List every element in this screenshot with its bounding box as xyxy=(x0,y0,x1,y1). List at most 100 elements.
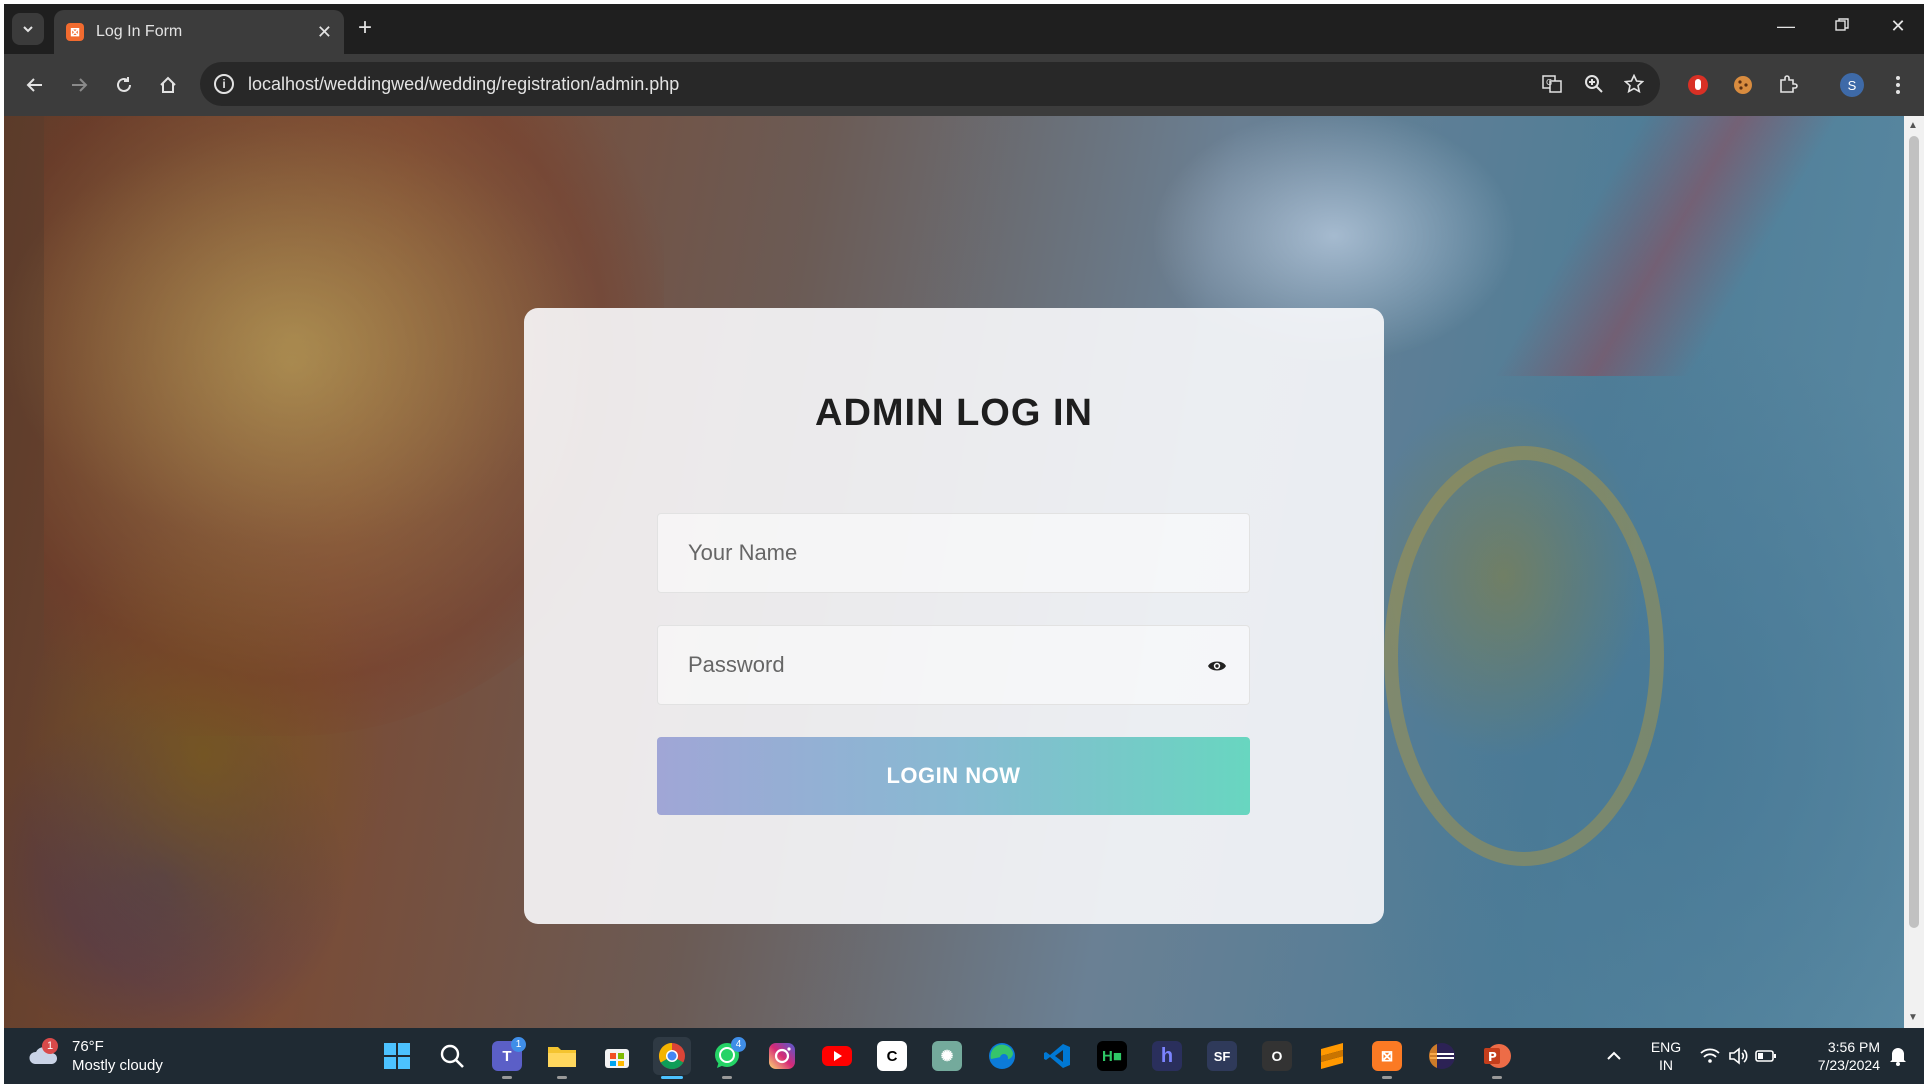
youtube-app[interactable] xyxy=(818,1037,856,1075)
h-app-icon: h xyxy=(1152,1041,1182,1071)
bookmark-star-icon[interactable] xyxy=(1622,72,1646,96)
address-bar[interactable]: i localhost/weddingwed/wedding/registrat… xyxy=(200,62,1660,106)
windows-taskbar: 1 76°F Mostly cloudy T 1 4 C ✺ H■ h SF O… xyxy=(4,1028,1924,1084)
folder-icon xyxy=(548,1047,576,1067)
browser-window: ⊠ Log In Form ✕ + — ✕ i localhost/weddin… xyxy=(4,4,1924,1084)
chrome-app[interactable] xyxy=(653,1037,691,1079)
show-hidden-icons-chevron-up-icon[interactable] xyxy=(1602,1044,1626,1068)
restore-button[interactable] xyxy=(1830,16,1854,37)
extension-cookie-icon[interactable] xyxy=(1729,71,1757,99)
microsoft-store-app[interactable] xyxy=(598,1037,636,1075)
instagram-icon xyxy=(769,1043,795,1069)
wifi-icon[interactable] xyxy=(1698,1044,1722,1068)
site-info-icon[interactable]: i xyxy=(214,74,234,94)
weather-temperature: 76°F xyxy=(72,1038,104,1055)
eclipse-icon xyxy=(1429,1043,1455,1069)
chatgpt-app[interactable]: ✺ xyxy=(928,1037,966,1075)
chatgpt-icon: ✺ xyxy=(932,1041,962,1071)
edge-app[interactable] xyxy=(983,1037,1021,1075)
xampp-app[interactable]: ⊠ xyxy=(1368,1037,1406,1079)
password-input[interactable]: Password xyxy=(657,625,1250,705)
sublime-app[interactable] xyxy=(1313,1037,1351,1075)
page-viewport: ADMIN LOG IN Your Name Password LOGIN NO… xyxy=(4,116,1904,1028)
back-button[interactable] xyxy=(22,72,48,98)
minimize-button[interactable]: — xyxy=(1774,16,1798,37)
scroll-down-icon[interactable]: ▼ xyxy=(1908,1012,1918,1023)
xampp-icon: ⊠ xyxy=(1372,1041,1402,1071)
battery-icon[interactable] xyxy=(1754,1044,1778,1068)
svg-text:P: P xyxy=(1488,1050,1497,1064)
running-indicator xyxy=(1382,1076,1392,1079)
new-tab-button[interactable]: + xyxy=(358,16,372,40)
tab-active[interactable]: ⊠ Log In Form ✕ xyxy=(54,10,344,54)
hackerrank-app[interactable]: H■ xyxy=(1093,1037,1131,1075)
capcut-icon: C xyxy=(877,1041,907,1071)
chevron-down-icon xyxy=(23,26,33,33)
eye-icon[interactable] xyxy=(1207,656,1227,676)
hackerrank-icon: H■ xyxy=(1097,1041,1127,1071)
xampp-favicon-icon: ⊠ xyxy=(66,23,84,41)
chrome-icon xyxy=(658,1042,685,1070)
name-placeholder: Your Name xyxy=(688,540,798,565)
scroll-thumb[interactable] xyxy=(1909,136,1919,928)
teams-badge: 1 xyxy=(511,1037,526,1052)
home-button[interactable] xyxy=(155,72,181,98)
volume-icon[interactable] xyxy=(1726,1044,1750,1068)
store-icon xyxy=(605,1049,629,1068)
system-clock[interactable]: 3:56 PM 7/23/2024 xyxy=(1796,1038,1880,1074)
page-scrollbar[interactable]: ▲ ▼ xyxy=(1904,116,1924,1028)
sublime-icon xyxy=(1321,1043,1343,1069)
windows-icon xyxy=(384,1043,410,1069)
browser-menu-icon[interactable] xyxy=(1884,71,1912,99)
extensions-puzzle-icon[interactable] xyxy=(1774,71,1802,99)
tab-title: Log In Form xyxy=(96,23,183,40)
profile-avatar[interactable]: S xyxy=(1840,73,1864,97)
file-explorer-app[interactable] xyxy=(543,1037,581,1079)
tab-search-button[interactable] xyxy=(12,13,44,45)
running-indicator xyxy=(1492,1076,1502,1079)
name-input[interactable]: Your Name xyxy=(657,513,1250,593)
translate-icon[interactable]: G xyxy=(1540,72,1564,96)
arrow-left-icon xyxy=(26,78,42,92)
active-indicator xyxy=(661,1076,683,1079)
notification-bell-icon[interactable] xyxy=(1886,1044,1910,1068)
instagram-app[interactable] xyxy=(763,1037,801,1075)
eclipse-app[interactable] xyxy=(1423,1037,1461,1075)
arrow-right-icon xyxy=(72,78,88,92)
search-button[interactable] xyxy=(433,1037,471,1075)
browser-toolbar: i localhost/weddingwed/wedding/registrat… xyxy=(4,54,1924,116)
login-button[interactable]: LOGIN NOW xyxy=(657,737,1250,815)
teams-app[interactable]: T 1 xyxy=(488,1037,526,1079)
running-indicator xyxy=(722,1076,732,1079)
close-window-button[interactable]: ✕ xyxy=(1886,16,1910,37)
home-icon xyxy=(160,76,176,93)
sf-app[interactable]: SF xyxy=(1203,1037,1241,1075)
extension-red-hand-icon[interactable] xyxy=(1684,71,1712,99)
search-icon xyxy=(440,1044,464,1068)
running-indicator xyxy=(557,1076,567,1079)
svg-text:G: G xyxy=(1546,78,1552,87)
powerpoint-app[interactable]: P xyxy=(1478,1037,1516,1079)
edge-icon xyxy=(989,1043,1015,1069)
vscode-icon xyxy=(1044,1044,1070,1068)
weather-alert-badge: 1 xyxy=(42,1038,58,1054)
scroll-up-icon[interactable]: ▲ xyxy=(1908,120,1918,131)
vscode-app[interactable] xyxy=(1038,1037,1076,1075)
clock-time: 3:56 PM xyxy=(1827,1039,1880,1055)
zoom-icon[interactable] xyxy=(1582,72,1606,96)
whatsapp-app[interactable]: 4 xyxy=(708,1037,746,1079)
sf-icon: SF xyxy=(1207,1041,1237,1071)
tab-close-icon[interactable]: ✕ xyxy=(317,22,332,43)
running-indicator xyxy=(502,1076,512,1079)
hashnode-app[interactable]: h xyxy=(1148,1037,1186,1075)
forward-button[interactable] xyxy=(66,72,92,98)
url-text[interactable]: localhost/weddingwed/wedding/registratio… xyxy=(248,74,679,95)
o-app[interactable]: O xyxy=(1258,1037,1296,1075)
capcut-app[interactable]: C xyxy=(873,1037,911,1075)
tab-strip: ⊠ Log In Form ✕ + — ✕ xyxy=(4,4,1924,54)
restore-icon xyxy=(1835,18,1849,31)
weather-widget[interactable]: 1 76°F Mostly cloudy xyxy=(28,1036,228,1076)
reload-button[interactable] xyxy=(111,72,137,98)
start-button[interactable] xyxy=(378,1037,416,1075)
language-indicator[interactable]: ENG IN xyxy=(1644,1038,1688,1074)
